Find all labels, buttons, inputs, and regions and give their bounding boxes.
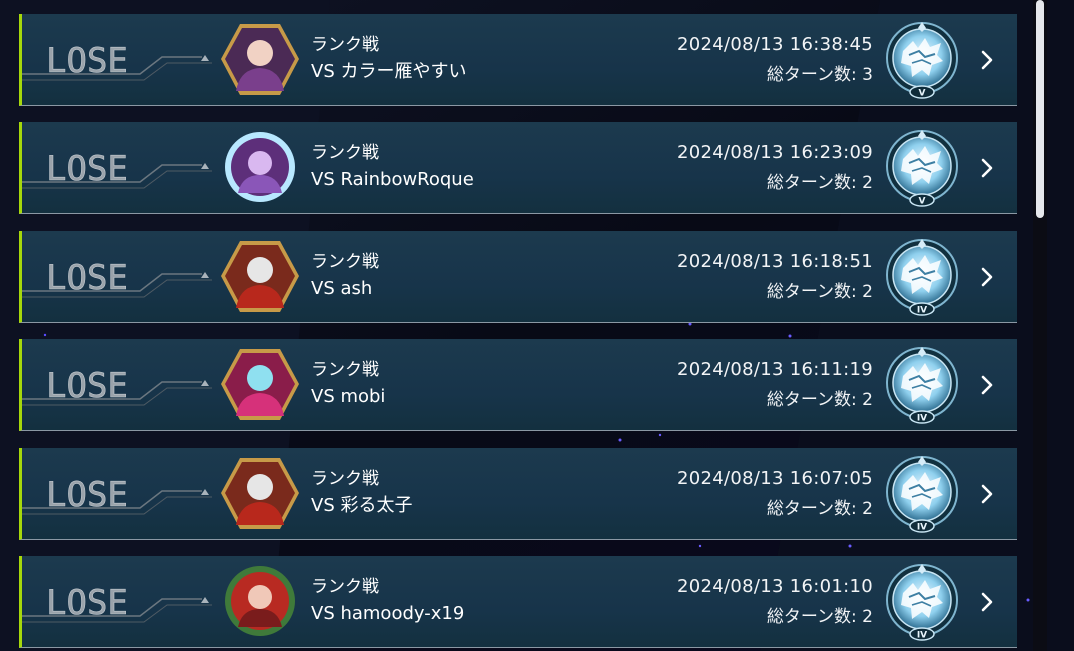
hexagon-avatar-red-cap-duelist [221,240,299,312]
opponent-name: VS ash [311,277,373,299]
match-row-5[interactable]: LOSE ランク戦 VS 彩る太子 2024/08/13 16:07:05 総タ… [19,447,1017,540]
result-label: LOSE [46,258,128,298]
rank-emblem-icon: IV [886,455,958,533]
chevron-right-icon[interactable] [977,156,997,180]
rank-emblem-icon: IV [886,238,958,316]
chevron-right-icon[interactable] [977,265,997,289]
scrollbar-thumb[interactable] [1036,0,1044,218]
chevron-right-icon[interactable] [977,373,997,397]
match-datetime: 2024/08/13 16:01:10 [676,575,873,597]
match-mode: ランク戦 [311,576,379,597]
match-mode: ランク戦 [311,35,379,55]
opponent-name: VS 彩る太子 [311,494,413,516]
rank-label: IV [917,630,927,640]
result-label: LOSE [46,475,128,515]
rank-emblem-icon: V [886,130,958,208]
total-turns: 総ターン数: 2 [766,173,873,194]
match-datetime: 2024/08/13 16:07:05 [676,467,873,489]
match-row-1[interactable]: LOSE ランク戦 VS カラー雁やすい 2024/08/13 16:38:45… [19,14,1017,106]
lose-badge: LOSE [22,583,212,623]
result-label: LOSE [46,583,128,623]
match-row-6[interactable]: LOSE ランク戦 VS hamoody-x19 2024/08/13 16:0… [19,555,1017,648]
match-mode: ランク戦 [311,360,379,381]
rank-emblem-icon: V [886,22,958,99]
chevron-right-icon[interactable] [977,482,997,506]
result-label: LOSE [46,366,128,406]
rank-label: V [919,89,926,99]
total-turns: 総ターン数: 3 [766,65,873,85]
match-row-4[interactable]: LOSE ランク戦 VS mobi 2024/08/13 16:11:19 総タ… [19,339,1017,432]
result-label: LOSE [46,149,128,189]
round-avatar-glowing-purple-character [225,132,295,203]
chevron-right-icon[interactable] [977,48,997,72]
chevron-right-icon[interactable] [977,590,997,614]
opponent-name: VS hamoody-x19 [311,602,465,624]
match-row-2[interactable]: LOSE ランク戦 VS RainbowRoque 2024/08/13 16:… [19,122,1017,215]
match-datetime: 2024/08/13 16:23:09 [676,142,873,164]
match-mode: ランク戦 [311,143,379,164]
scrollbar[interactable] [1033,0,1047,651]
match-datetime: 2024/08/13 16:18:51 [676,250,873,272]
lose-badge: LOSE [22,149,212,190]
hexagon-avatar-pink-dragon [221,349,299,421]
total-turns: 総ターン数: 2 [766,281,873,302]
round-avatar-red-hair-wreath [225,565,295,636]
total-turns: 総ターン数: 2 [766,390,873,411]
lose-badge: LOSE [22,41,212,81]
match-mode: ランク戦 [311,251,379,272]
match-row-3[interactable]: LOSE ランク戦 VS ash 2024/08/13 16:18:51 総ター… [19,230,1017,323]
result-label: LOSE [46,41,128,81]
rank-label: IV [917,414,927,424]
rank-label: V [919,197,926,207]
opponent-name: VS mobi [311,386,386,408]
rank-emblem-icon: IV [886,347,958,424]
rank-emblem-icon: IV [886,563,958,641]
match-datetime: 2024/08/13 16:38:45 [676,34,873,55]
lose-badge: LOSE [22,366,212,406]
match-history-list: LOSE ランク戦 VS カラー雁やすい 2024/08/13 16:38:45… [19,14,1017,648]
hexagon-avatar-red-cap-duelist [221,457,299,529]
total-turns: 総ターン数: 2 [766,606,873,627]
rank-label: IV [917,305,927,315]
match-datetime: 2024/08/13 16:11:19 [676,359,873,381]
total-turns: 総ターン数: 2 [766,498,873,519]
opponent-name: VS RainbowRoque [311,169,474,191]
match-mode: ランク戦 [311,468,379,489]
lose-badge: LOSE [22,257,212,298]
lose-badge: LOSE [22,474,212,515]
rank-label: IV [917,522,927,532]
hexagon-avatar-purple-character [221,24,299,95]
opponent-name: VS カラー雁やすい [311,61,467,82]
